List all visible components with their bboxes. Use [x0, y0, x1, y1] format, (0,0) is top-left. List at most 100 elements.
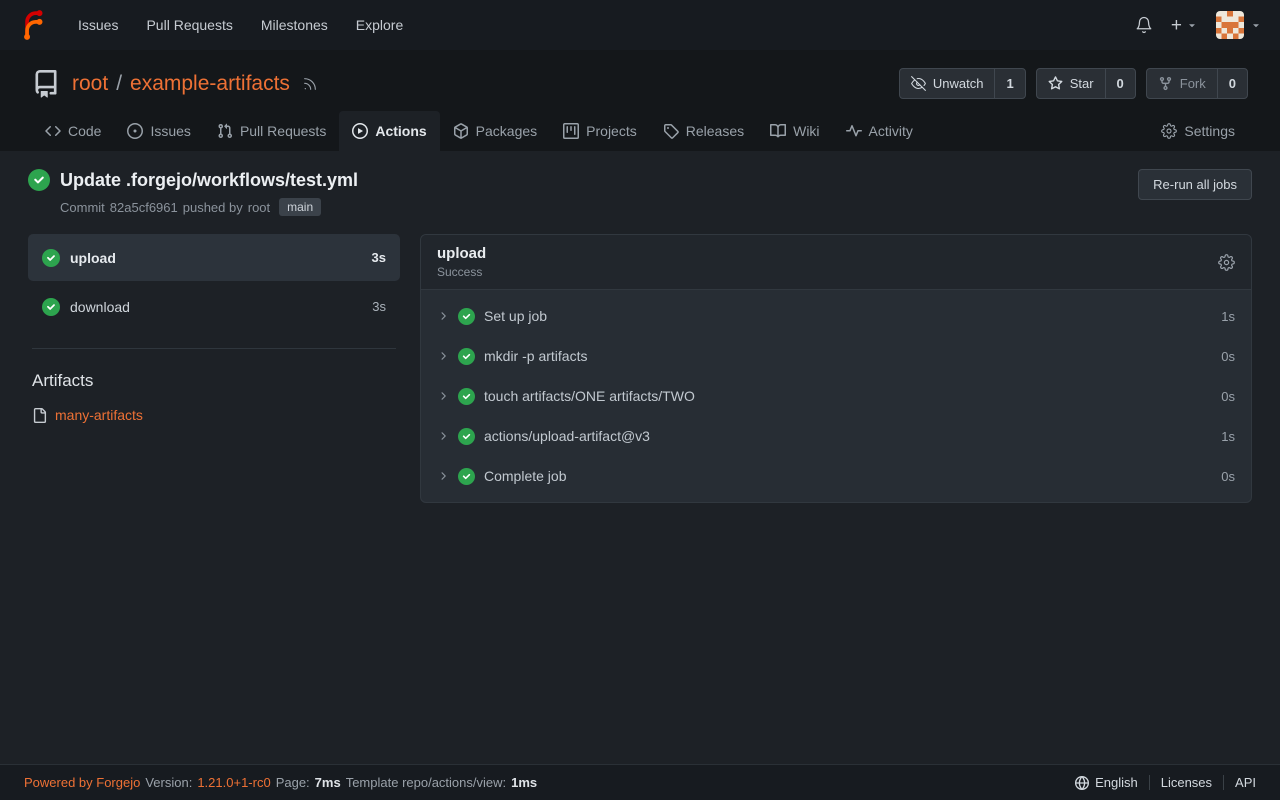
tab-settings[interactable]: Settings [1148, 111, 1248, 151]
tab-pull-requests[interactable]: Pull Requests [204, 111, 339, 151]
tab-packages[interactable]: Packages [440, 111, 550, 151]
job-detail-panel: upload Success Set up job 1s mkdir -p [420, 234, 1252, 503]
rss-feed-button[interactable] [302, 76, 318, 92]
commit-label: Commit [60, 200, 105, 215]
chevron-right-icon [437, 350, 449, 362]
notifications-button[interactable] [1135, 16, 1153, 34]
template-time-label: Template repo/actions/view: [346, 775, 506, 790]
job-steps-list: Set up job 1s mkdir -p artifacts 0s touc… [421, 290, 1251, 502]
repo-separator: / [116, 72, 122, 96]
repo-icon [32, 70, 60, 98]
main-nav: Issues Pull Requests Milestones Explore [68, 9, 413, 41]
chevron-right-icon [437, 310, 449, 322]
artifact-link-many-artifacts[interactable]: many-artifacts [32, 407, 396, 423]
repo-tabs: Code Issues Pull Requests Actions Packag… [24, 111, 1256, 151]
pushed-by-label: pushed by [183, 200, 243, 215]
step-duration: 0s [1221, 389, 1235, 404]
step-row[interactable]: touch artifacts/ONE artifacts/TWO 0s [421, 376, 1251, 416]
star-button-group: Star 0 [1036, 68, 1136, 99]
step-name: Set up job [484, 308, 547, 324]
repo-owner-link[interactable]: root [72, 72, 108, 96]
job-item-upload[interactable]: upload 3s [28, 234, 400, 281]
pulse-icon [846, 123, 862, 139]
check-circle-icon [458, 308, 475, 325]
check-circle-icon [458, 388, 475, 405]
stars-count[interactable]: 0 [1105, 69, 1135, 98]
nav-issues[interactable]: Issues [68, 9, 128, 41]
commit-sha-link[interactable]: 82a5cf6961 [110, 200, 178, 215]
forks-count[interactable]: 0 [1217, 69, 1247, 98]
navbar-right: + [1135, 11, 1262, 39]
tab-activity[interactable]: Activity [833, 111, 926, 151]
branch-badge[interactable]: main [279, 198, 321, 216]
unwatch-button[interactable]: Unwatch [900, 69, 995, 98]
nav-pull-requests[interactable]: Pull Requests [136, 9, 242, 41]
job-duration: 3s [372, 250, 386, 265]
template-time-value: 1ms [511, 775, 537, 790]
tag-icon [663, 123, 679, 139]
licenses-link[interactable]: Licenses [1149, 775, 1223, 790]
sidebar-divider [32, 348, 396, 349]
file-icon [32, 408, 47, 423]
step-row[interactable]: Complete job 0s [421, 456, 1251, 496]
globe-icon [1075, 776, 1089, 790]
nav-milestones[interactable]: Milestones [251, 9, 338, 41]
star-icon [1048, 76, 1063, 91]
job-item-download[interactable]: download 3s [28, 283, 400, 330]
job-settings-button[interactable] [1218, 254, 1235, 271]
watch-button-group: Unwatch 1 [899, 68, 1026, 99]
check-circle-icon [458, 468, 475, 485]
gear-icon [1161, 123, 1177, 139]
tab-wiki[interactable]: Wiki [757, 111, 832, 151]
tab-actions[interactable]: Actions [339, 111, 439, 151]
job-detail-status: Success [437, 265, 486, 279]
top-navbar: Issues Pull Requests Milestones Explore … [0, 0, 1280, 50]
tab-issues[interactable]: Issues [114, 111, 203, 151]
package-icon [453, 123, 469, 139]
step-row[interactable]: actions/upload-artifact@v3 1s [421, 416, 1251, 456]
play-circle-icon [352, 123, 368, 139]
commit-author-link[interactable]: root [248, 200, 270, 215]
step-name: actions/upload-artifact@v3 [484, 428, 650, 444]
code-icon [45, 123, 61, 139]
user-menu-button[interactable] [1216, 11, 1262, 39]
fork-button-group: Fork 0 [1146, 68, 1248, 99]
plus-icon: + [1171, 16, 1182, 35]
star-button[interactable]: Star [1037, 69, 1105, 98]
step-duration: 0s [1221, 349, 1235, 364]
actions-run-page: Update .forgejo/workflows/test.yml Commi… [0, 151, 1280, 764]
fork-button[interactable]: Fork [1147, 69, 1217, 98]
job-detail-name: upload [437, 245, 486, 262]
create-new-button[interactable]: + [1171, 16, 1198, 35]
api-link[interactable]: API [1223, 775, 1256, 790]
check-circle-icon [458, 348, 475, 365]
nav-explore[interactable]: Explore [346, 9, 413, 41]
tab-projects[interactable]: Projects [550, 111, 650, 151]
jobs-sidebar: upload 3s download 3s Artifacts many-art… [28, 234, 400, 423]
job-detail-header: upload Success [421, 235, 1251, 290]
run-success-icon [28, 169, 50, 191]
version-value: 1.21.0+1-rc0 [197, 775, 270, 790]
step-row[interactable]: mkdir -p artifacts 0s [421, 336, 1251, 376]
step-row[interactable]: Set up job 1s [421, 296, 1251, 336]
project-board-icon [563, 123, 579, 139]
version-label: Version: [145, 775, 192, 790]
step-duration: 1s [1221, 309, 1235, 324]
powered-by-link[interactable]: Powered by Forgejo [24, 775, 140, 790]
page-time-label: Page: [276, 775, 310, 790]
tab-releases[interactable]: Releases [650, 111, 757, 151]
run-header: Update .forgejo/workflows/test.yml Commi… [28, 169, 1252, 216]
forgejo-logo[interactable] [18, 10, 48, 40]
issue-icon [127, 123, 143, 139]
forgejo-logo-icon [18, 10, 48, 40]
language-selector[interactable]: English [1064, 775, 1149, 790]
tab-code[interactable]: Code [32, 111, 114, 151]
job-name: upload [70, 250, 116, 266]
rerun-all-jobs-button[interactable]: Re-run all jobs [1138, 169, 1252, 200]
watchers-count[interactable]: 1 [994, 69, 1024, 98]
repo-name-link[interactable]: example-artifacts [130, 72, 290, 96]
chevron-right-icon [437, 470, 449, 482]
step-name: touch artifacts/ONE artifacts/TWO [484, 388, 695, 404]
bell-icon [1135, 16, 1153, 34]
repo-action-buttons: Unwatch 1 Star 0 Fork 0 [899, 68, 1248, 99]
